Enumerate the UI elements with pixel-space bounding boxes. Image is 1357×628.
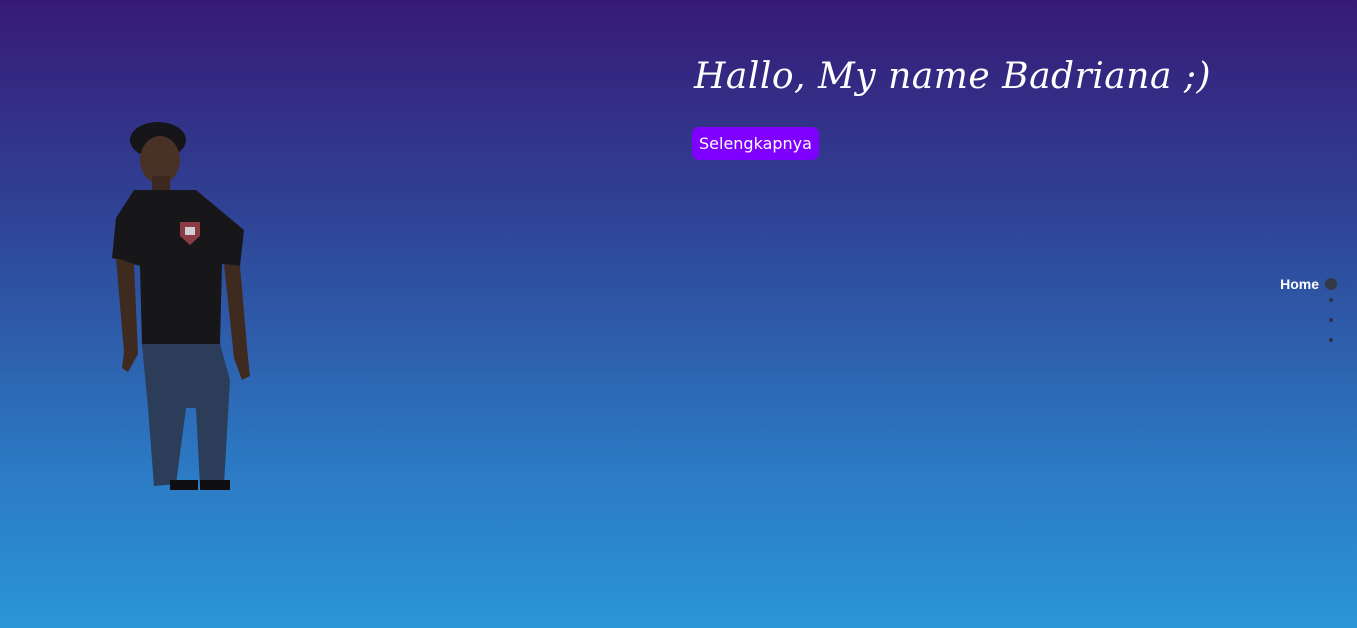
nav-dot[interactable] — [1329, 338, 1333, 342]
more-button[interactable]: Selengkapnya — [692, 127, 819, 160]
nav-dot-active[interactable] — [1325, 278, 1337, 290]
nav-item-4[interactable] — [1329, 338, 1337, 342]
nav-item-2[interactable] — [1329, 298, 1337, 302]
nav-item-3[interactable] — [1329, 318, 1337, 322]
nav-dot[interactable] — [1329, 298, 1333, 302]
section-nav: Home — [1237, 276, 1337, 356]
page-title: Hallo, My name Badriana ;) — [694, 56, 1212, 97]
nav-dot[interactable] — [1329, 318, 1333, 322]
nav-item-home[interactable]: Home — [1280, 276, 1337, 292]
hero-section: Hallo, My name Badriana ;) Selengkapnya … — [0, 0, 1357, 628]
profile-photo — [112, 122, 250, 490]
nav-item-label: Home — [1280, 276, 1319, 292]
